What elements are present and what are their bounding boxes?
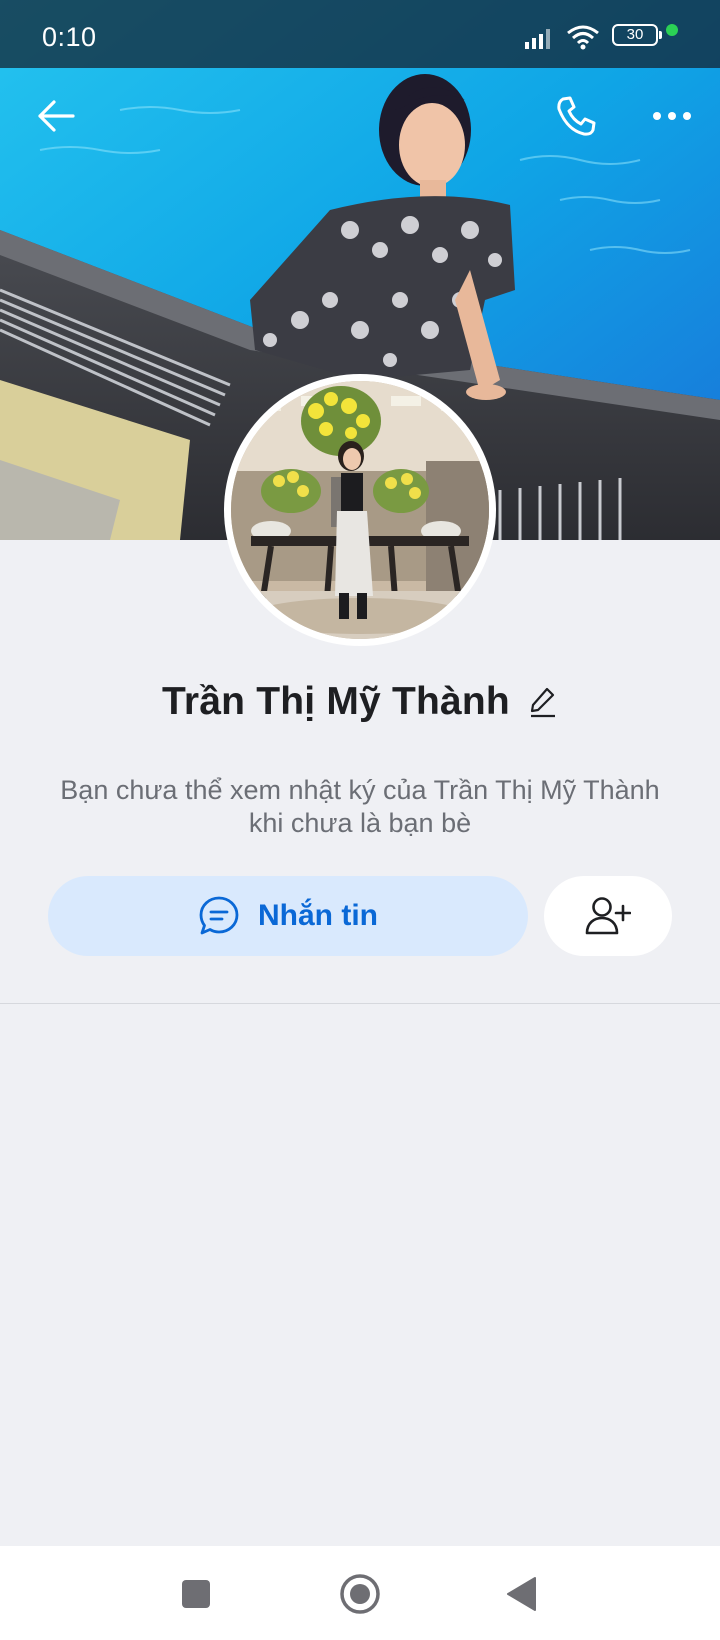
square-icon: [182, 1580, 210, 1608]
more-horizontal-icon: [653, 112, 691, 120]
arrow-left-icon: [38, 100, 75, 132]
status-time: 0:10: [42, 22, 97, 52]
dot-indicator: [666, 24, 678, 36]
message-button-label: Nhắn tin: [258, 899, 378, 932]
profile-screen: 0:10 30 Trần Thị Mỹ Thành Bạn chưa thể x…: [0, 0, 720, 1640]
avatar[interactable]: [224, 374, 496, 646]
profile-name: Trần Thị Mỹ Thành: [162, 680, 510, 723]
notice-line-2: khi chưa là bạn bè: [248, 808, 472, 838]
recent-apps-button[interactable]: [170, 1568, 222, 1620]
call-button[interactable]: [544, 84, 608, 148]
status-bar: 0:10 30: [0, 0, 720, 68]
battery-icon: 30: [612, 24, 662, 46]
phone-icon: [557, 96, 596, 136]
privacy-notice: Bạn chưa thể xem nhật ký của Trần Thị Mỹ…: [40, 774, 680, 840]
add-user-icon: [585, 897, 631, 935]
triangle-back-icon: [507, 1577, 536, 1611]
edit-name-button[interactable]: [528, 685, 558, 719]
circle-icon: [340, 1574, 380, 1614]
more-button[interactable]: [640, 84, 704, 148]
chat-bubble-icon: [199, 896, 239, 935]
pencil-icon: [530, 687, 555, 718]
section-divider: [0, 1003, 720, 1004]
wifi-icon: [566, 24, 600, 55]
system-back-button[interactable]: [496, 1568, 548, 1620]
system-nav-bar: [0, 1546, 720, 1640]
avatar-image: [231, 381, 489, 639]
home-button[interactable]: [334, 1568, 386, 1620]
status-icons: 30: [524, 24, 684, 52]
profile-name-row: Trần Thị Mỹ Thành: [0, 674, 720, 730]
signal-icon: [524, 24, 556, 55]
add-friend-button[interactable]: [544, 876, 672, 956]
message-button[interactable]: Nhắn tin: [48, 876, 528, 956]
notice-line-1: Bạn chưa thể xem nhật ký của Trần Thị Mỹ…: [60, 775, 660, 805]
back-button[interactable]: [24, 84, 88, 148]
